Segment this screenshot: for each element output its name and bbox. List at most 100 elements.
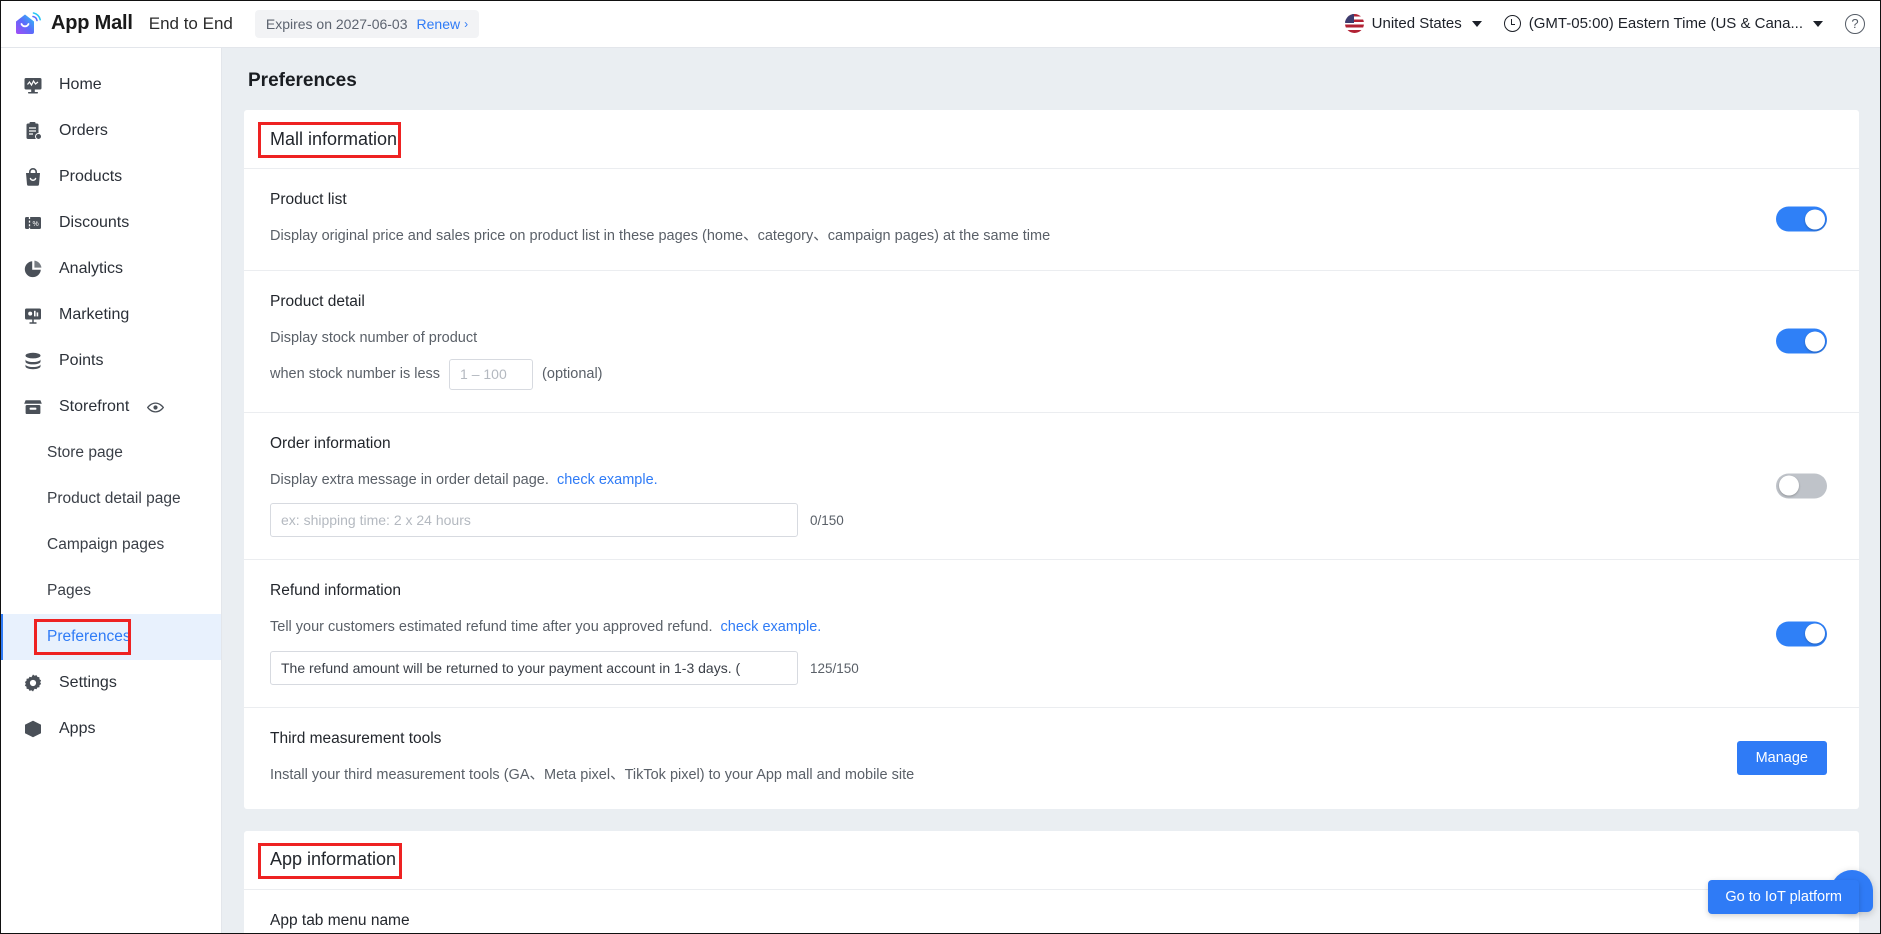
order-information-desc: Display extra message in order detail pa… bbox=[270, 471, 549, 488]
sidebar-item-label: Settings bbox=[59, 674, 117, 691]
mall-information-header: Mall information bbox=[244, 110, 1859, 169]
order-information-title: Order information bbox=[270, 434, 391, 452]
refund-check-example-link[interactable]: check example. bbox=[721, 619, 822, 635]
app-information-card: App information App tab menu name Manage… bbox=[244, 830, 1859, 934]
refund-information-title: Refund information bbox=[270, 582, 401, 600]
sidebar-item-orders[interactable]: Orders bbox=[0, 108, 221, 154]
subscription-pill: Expires on 2027-06-03 Renew › bbox=[254, 9, 480, 38]
bag-icon bbox=[22, 167, 43, 188]
sidebar-item-label: Home bbox=[59, 76, 102, 93]
product-detail-desc: Display stock number of product bbox=[270, 329, 478, 346]
brand-name: App Mall bbox=[51, 12, 133, 34]
clock-icon bbox=[1503, 15, 1521, 32]
product-detail-toggle[interactable] bbox=[1776, 328, 1827, 354]
sidebar-item-analytics[interactable]: Analytics bbox=[0, 246, 221, 292]
chevron-down-icon bbox=[1813, 20, 1823, 27]
manage-button[interactable]: Manage bbox=[1736, 741, 1827, 776]
sidebar-item-campaign-pages[interactable]: Campaign pages bbox=[0, 522, 221, 568]
sidebar-item-label: Analytics bbox=[59, 260, 124, 277]
coins-stack-icon bbox=[22, 351, 43, 372]
timezone-selector[interactable]: (GMT-05:00) Eastern Time (US & Cana... bbox=[1503, 15, 1823, 32]
sub-item-label: Product detail page bbox=[47, 490, 181, 507]
sidebar-item-product-detail-page[interactable]: Product detail page bbox=[0, 476, 221, 522]
sidebar-item-marketing[interactable]: Marketing bbox=[0, 292, 221, 338]
page-title: Preferences bbox=[248, 70, 357, 91]
sidebar-item-label: Marketing bbox=[59, 306, 130, 323]
toggle-knob bbox=[1804, 623, 1825, 644]
floating-action-row: Go to IoT platform bbox=[1708, 880, 1859, 914]
third-measurement-desc: Install your third measurement tools (GA… bbox=[270, 767, 915, 783]
sidebar-item-store-page[interactable]: Store page bbox=[0, 430, 221, 476]
storefront-icon bbox=[22, 397, 43, 418]
refund-message-input[interactable] bbox=[270, 651, 798, 685]
section-refund-information: Refund information Tell your customers e… bbox=[244, 560, 1859, 708]
sidebar-item-home[interactable]: Home bbox=[0, 62, 221, 108]
app-root: App Mall End to End Expires on 2027-06-0… bbox=[0, 0, 1881, 934]
us-flag-icon bbox=[1344, 14, 1364, 33]
order-char-counter: 0/150 bbox=[810, 512, 844, 528]
third-measurement-title: Third measurement tools bbox=[270, 730, 442, 747]
renew-link[interactable]: Renew › bbox=[417, 16, 469, 32]
renew-label: Renew bbox=[416, 15, 461, 32]
stock-threshold-label: when stock number is less bbox=[270, 366, 441, 382]
sub-item-label: Store page bbox=[47, 444, 123, 461]
optional-label: (optional) bbox=[542, 366, 603, 382]
sidebar-item-label: Points bbox=[59, 352, 104, 369]
app-information-header: App information bbox=[244, 831, 1859, 890]
product-list-toggle[interactable] bbox=[1776, 206, 1827, 232]
svg-text:%: % bbox=[32, 221, 38, 228]
app-tab-menu-title: App tab menu name bbox=[270, 911, 410, 929]
section-third-measurement-tools: Third measurement tools Install your thi… bbox=[244, 708, 1859, 809]
body-row: Home Orders Products % Discounts Analyti… bbox=[0, 48, 1881, 934]
section-order-information: Order information Display extra message … bbox=[244, 413, 1859, 561]
top-header: App Mall End to End Expires on 2027-06-0… bbox=[0, 0, 1881, 48]
sidebar-item-label: Apps bbox=[59, 720, 96, 737]
expires-text: Expires on 2027-06-03 bbox=[265, 15, 408, 32]
brand-subtitle: End to End bbox=[148, 13, 233, 33]
sub-item-label: Pages bbox=[47, 582, 91, 599]
cube-icon bbox=[22, 719, 43, 740]
product-list-title: Product list bbox=[270, 191, 347, 208]
refund-char-counter: 125/150 bbox=[810, 660, 859, 676]
timezone-label: (GMT-05:00) Eastern Time (US & Cana... bbox=[1528, 15, 1803, 32]
app-mall-logo-icon bbox=[12, 9, 42, 39]
pie-chart-icon bbox=[22, 259, 43, 280]
sidebar-item-settings[interactable]: Settings bbox=[0, 660, 221, 706]
mall-information-title: Mall information bbox=[270, 128, 398, 149]
order-extra-message-input[interactable] bbox=[270, 503, 798, 538]
sidebar-item-storefront[interactable]: Storefront bbox=[0, 384, 221, 430]
toggle-knob bbox=[1778, 475, 1799, 496]
country-selector[interactable]: United States bbox=[1344, 14, 1482, 33]
section-app-tab-menu-name: App tab menu name Manage app mall name i… bbox=[244, 890, 1859, 934]
app-information-title: App information bbox=[270, 849, 397, 870]
refund-information-desc: Tell your customers estimated refund tim… bbox=[270, 619, 713, 636]
sidebar-item-label: Orders bbox=[59, 122, 108, 139]
stock-threshold-input[interactable] bbox=[449, 358, 534, 390]
chevron-down-icon bbox=[1471, 20, 1482, 27]
mall-information-card: Mall information Product list Display or… bbox=[244, 110, 1859, 809]
sub-item-label: Campaign pages bbox=[47, 536, 165, 553]
sidebar-item-points[interactable]: Points bbox=[0, 338, 221, 384]
toggle-knob bbox=[1804, 209, 1825, 230]
sidebar-item-products[interactable]: Products bbox=[0, 154, 221, 200]
order-information-toggle[interactable] bbox=[1776, 473, 1827, 499]
help-icon[interactable]: ? bbox=[1845, 13, 1865, 34]
order-check-example-link[interactable]: check example. bbox=[557, 472, 658, 488]
sidebar-item-discounts[interactable]: % Discounts bbox=[0, 200, 221, 246]
chevron-right-icon: › bbox=[464, 16, 469, 31]
monitor-chart-icon bbox=[22, 75, 43, 96]
sidebar-item-pages[interactable]: Pages bbox=[0, 568, 221, 614]
product-list-desc: Display original price and sales price o… bbox=[270, 228, 1051, 244]
brand-logo-group[interactable]: App Mall End to End bbox=[12, 9, 233, 39]
sidebar-item-preferences[interactable]: Preferences bbox=[0, 614, 221, 660]
eye-icon[interactable] bbox=[145, 397, 166, 418]
sidebar-item-label: Storefront bbox=[59, 398, 130, 415]
sidebar-nav: Home Orders Products % Discounts Analyti… bbox=[0, 48, 222, 934]
refund-information-toggle[interactable] bbox=[1776, 621, 1827, 647]
megaphone-board-icon bbox=[22, 305, 43, 326]
go-to-iot-platform-button[interactable]: Go to IoT platform bbox=[1708, 880, 1859, 914]
toggle-knob bbox=[1804, 331, 1825, 352]
sidebar-item-apps[interactable]: Apps bbox=[0, 706, 221, 752]
section-product-detail: Product detail Display stock number of p… bbox=[244, 271, 1859, 413]
country-label: United States bbox=[1371, 15, 1462, 32]
